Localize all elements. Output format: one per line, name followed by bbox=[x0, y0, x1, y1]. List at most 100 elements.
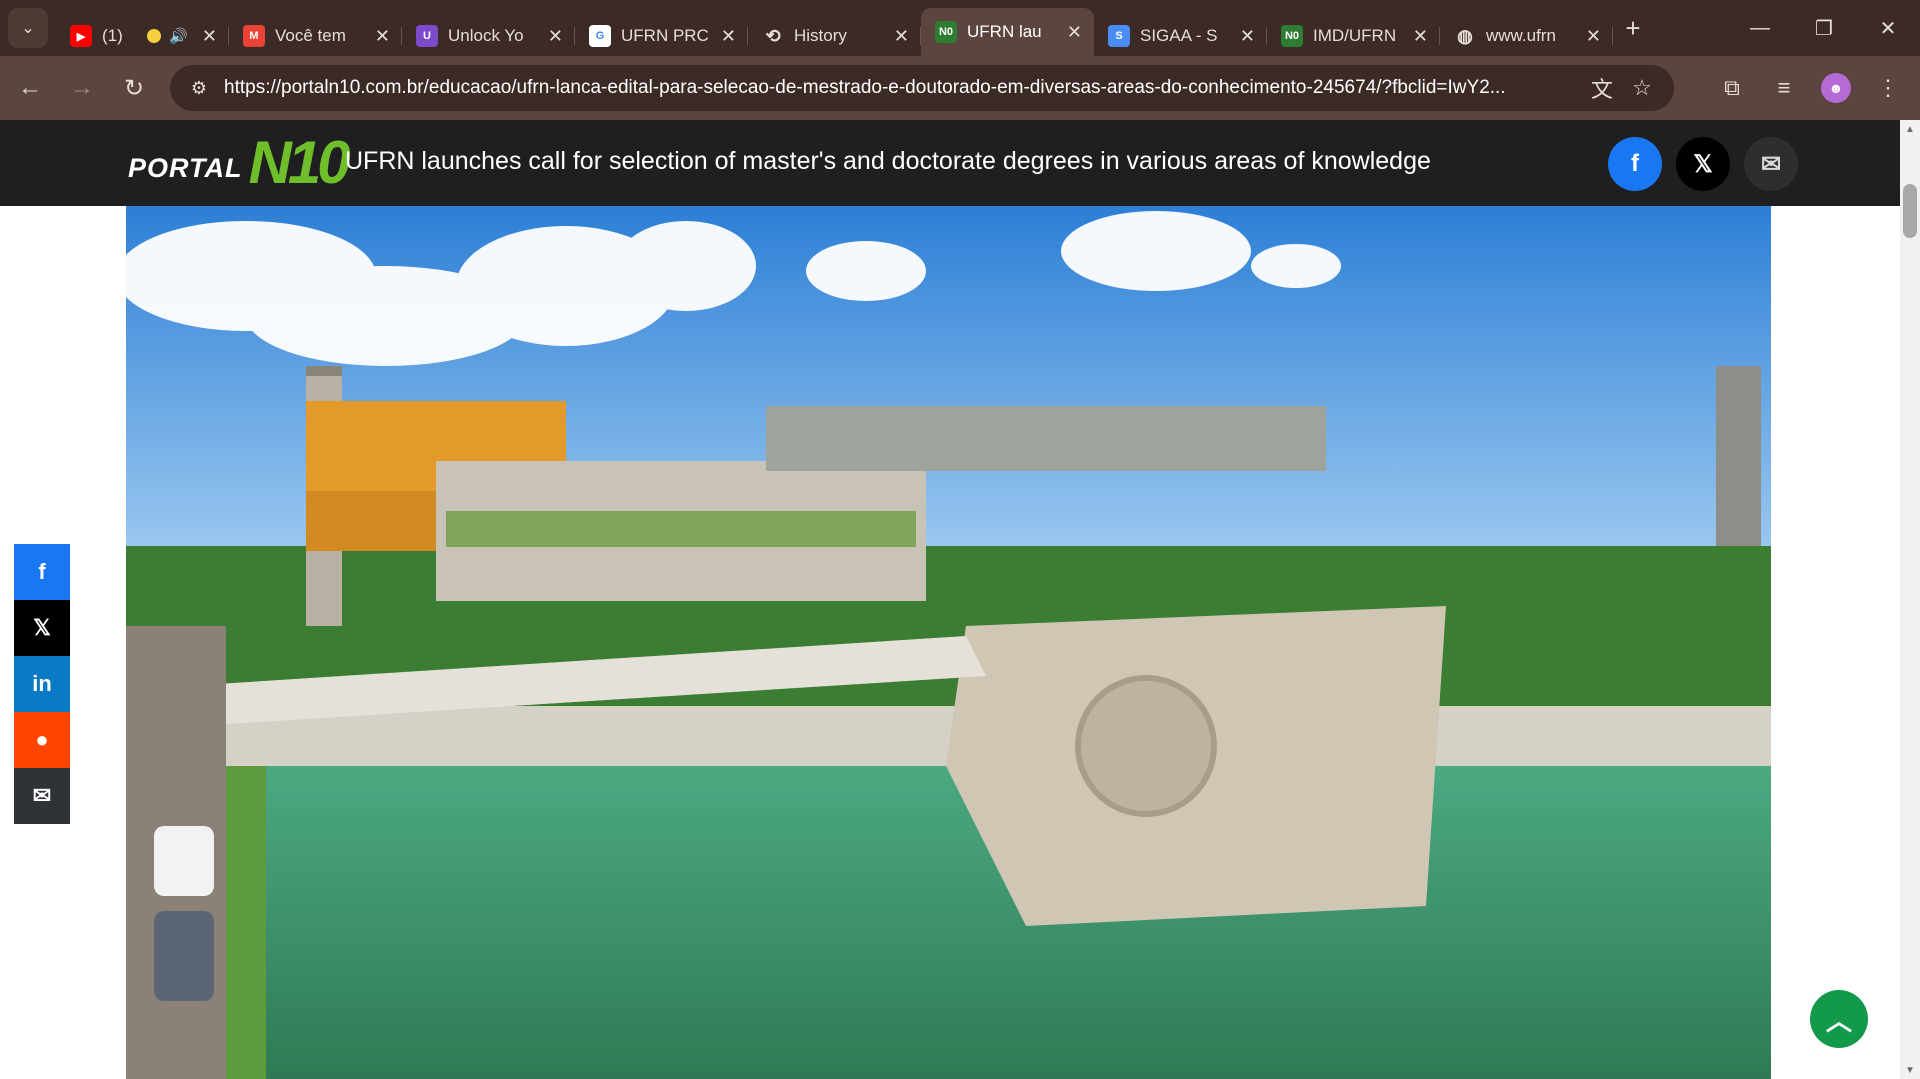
close-tab-icon[interactable]: ✕ bbox=[1413, 26, 1428, 47]
minimize-icon: — bbox=[1750, 16, 1770, 39]
tab-search-button[interactable]: ⌄ bbox=[8, 8, 48, 48]
scroll-up-arrow[interactable]: ▲ bbox=[1900, 120, 1920, 138]
restore-icon: ❐ bbox=[1815, 17, 1833, 40]
mail-icon: ✉ bbox=[1760, 150, 1782, 178]
plus-icon: + bbox=[1625, 12, 1641, 43]
x-icon: 𝕏 bbox=[33, 615, 51, 640]
logo-text: PORTAL bbox=[128, 153, 243, 183]
side-share-x[interactable]: 𝕏 bbox=[14, 600, 70, 656]
close-tab-icon[interactable]: ✕ bbox=[375, 26, 390, 47]
close-tab-icon[interactable]: ✕ bbox=[721, 26, 736, 47]
browser-tab[interactable]: N0 UFRN lau ✕ bbox=[921, 8, 1094, 56]
star-icon: ☆ bbox=[1632, 75, 1652, 100]
browser-tab[interactable]: ⟲ History ✕ bbox=[748, 16, 921, 56]
triangle-down-icon: ▼ bbox=[1905, 1064, 1915, 1076]
translate-icon: 文 bbox=[1590, 77, 1613, 102]
close-tab-icon[interactable]: ✕ bbox=[894, 26, 909, 47]
reddit-icon: ● bbox=[35, 727, 49, 752]
triangle-up-icon: ▲ bbox=[1905, 123, 1915, 135]
back-to-top-button[interactable]: ︿ bbox=[1810, 990, 1868, 1048]
tune-icon: ⚙ bbox=[190, 77, 208, 98]
minimize-button[interactable]: — bbox=[1728, 0, 1792, 56]
scroll-down-arrow[interactable]: ▼ bbox=[1900, 1061, 1920, 1079]
google-icon: G bbox=[589, 25, 611, 47]
share-x-button[interactable]: 𝕏 bbox=[1676, 137, 1730, 191]
restore-button[interactable]: ❐ bbox=[1792, 0, 1856, 56]
tab-indicators: 🔊 bbox=[147, 27, 188, 45]
close-tab-icon[interactable]: ✕ bbox=[1586, 26, 1601, 47]
youtube-icon: ▶ bbox=[70, 25, 92, 47]
share-facebook-button[interactable]: f bbox=[1608, 137, 1662, 191]
article-hero-image bbox=[126, 206, 1771, 1079]
floating-share-bar: f 𝕏 in ● ✉ bbox=[14, 544, 70, 824]
page-scrollbar[interactable]: ▲ ▼ bbox=[1900, 120, 1920, 1079]
sigaa-icon: S bbox=[1108, 25, 1130, 47]
browser-tab[interactable]: M Você tem ✕ bbox=[229, 16, 402, 56]
address-bar[interactable]: ⚙ https://portaln10.com.br/educacao/ufrn… bbox=[170, 65, 1674, 111]
reload-button[interactable]: ↻ bbox=[112, 66, 156, 110]
unlock-app-icon: U bbox=[416, 25, 438, 47]
back-button[interactable]: ← bbox=[8, 66, 52, 110]
header-share-buttons: f 𝕏 ✉ bbox=[1608, 137, 1798, 191]
side-share-linkedin[interactable]: in bbox=[14, 656, 70, 712]
facebook-icon: f bbox=[1631, 150, 1639, 177]
arrow-left-icon: ← bbox=[18, 74, 42, 101]
close-icon: ✕ bbox=[1879, 17, 1897, 40]
sticky-article-header: PORTAL N10 UFRN launches call for select… bbox=[0, 120, 1900, 206]
tab-title: Você tem bbox=[275, 26, 346, 45]
site-logo[interactable]: PORTAL N10 bbox=[128, 129, 351, 196]
logo-mark: N10 bbox=[248, 129, 351, 196]
bookmark-button[interactable]: ☆ bbox=[1622, 68, 1662, 108]
close-window-button[interactable]: ✕ bbox=[1856, 0, 1920, 56]
extensions-button[interactable]: ⧉ bbox=[1708, 64, 1756, 112]
scroll-thumb[interactable] bbox=[1903, 184, 1917, 238]
browser-tab[interactable]: ◍ www.ufrn ✕ bbox=[1440, 16, 1613, 56]
share-email-button[interactable]: ✉ bbox=[1744, 137, 1798, 191]
site-info-button[interactable]: ⚙ bbox=[182, 71, 216, 105]
browser-tab[interactable]: U Unlock Yo ✕ bbox=[402, 16, 575, 56]
facebook-icon: f bbox=[38, 559, 46, 584]
linkedin-icon: in bbox=[32, 671, 52, 696]
browser-menu-button[interactable]: ⋮ bbox=[1864, 64, 1912, 112]
puzzle-icon: ⧉ bbox=[1724, 75, 1740, 100]
browser-tab[interactable]: ▶ (1) 🔊 ✕ bbox=[56, 16, 229, 56]
x-icon: 𝕏 bbox=[1693, 150, 1713, 178]
url-text[interactable]: https://portaln10.com.br/educacao/ufrn-l… bbox=[224, 77, 1582, 99]
tab-title: SIGAA - S bbox=[1140, 26, 1218, 45]
side-share-email[interactable]: ✉ bbox=[14, 768, 70, 824]
reload-icon: ↻ bbox=[123, 74, 145, 102]
forward-button[interactable]: → bbox=[60, 66, 104, 110]
browser-tab[interactable]: S SIGAA - S ✕ bbox=[1094, 16, 1267, 56]
close-tab-icon[interactable]: ✕ bbox=[1067, 22, 1082, 43]
playlist-icon: ≡ bbox=[1777, 75, 1791, 100]
article-title: UFRN launches call for selection of mast… bbox=[345, 147, 1431, 175]
browser-tab[interactable]: G UFRN PRC ✕ bbox=[575, 16, 748, 56]
portal-n10-favicon: N0 bbox=[935, 21, 957, 43]
close-tab-icon[interactable]: ✕ bbox=[1240, 26, 1255, 47]
avatar: ☻ bbox=[1821, 73, 1851, 103]
side-share-reddit[interactable]: ● bbox=[14, 712, 70, 768]
profile-button[interactable]: ☻ bbox=[1812, 64, 1860, 112]
tab-title: IMD/UFRN bbox=[1313, 26, 1397, 45]
more-vertical-icon: ⋮ bbox=[1877, 75, 1899, 100]
campus-photo bbox=[126, 206, 1771, 1079]
arrow-right-icon: → bbox=[70, 74, 94, 101]
close-tab-icon[interactable]: ✕ bbox=[202, 26, 217, 47]
browser-tab-strip: ⌄ ▶ (1) 🔊 ✕ M Você tem ✕ U Unlock Yo ✕ G UFRN PRC ✕ ⟲… bbox=[0, 0, 1920, 56]
side-share-facebook[interactable]: f bbox=[14, 544, 70, 600]
media-controls-button[interactable]: ≡ bbox=[1760, 64, 1808, 112]
chevron-down-icon: ⌄ bbox=[21, 20, 35, 37]
window-controls: — ❐ ✕ bbox=[1728, 0, 1920, 56]
web-page: PORTAL N10 UFRN launches call for select… bbox=[0, 120, 1900, 1079]
tab-title: (1) bbox=[102, 26, 123, 45]
chevron-up-icon: ︿ bbox=[1825, 1005, 1852, 1036]
close-tab-icon[interactable]: ✕ bbox=[548, 26, 563, 47]
tab-title: www.ufrn bbox=[1486, 26, 1556, 45]
browser-tab[interactable]: N0 IMD/UFRN ✕ bbox=[1267, 16, 1440, 56]
globe-icon: ◍ bbox=[1457, 25, 1473, 46]
speaker-icon[interactable]: 🔊 bbox=[169, 27, 188, 45]
new-tab-button[interactable]: + bbox=[1613, 8, 1653, 48]
translate-button[interactable]: 文 bbox=[1582, 68, 1622, 108]
mail-icon: ✉ bbox=[32, 783, 52, 808]
browser-toolbar: ← → ↻ ⚙ https://portaln10.com.br/educaca… bbox=[0, 56, 1920, 120]
